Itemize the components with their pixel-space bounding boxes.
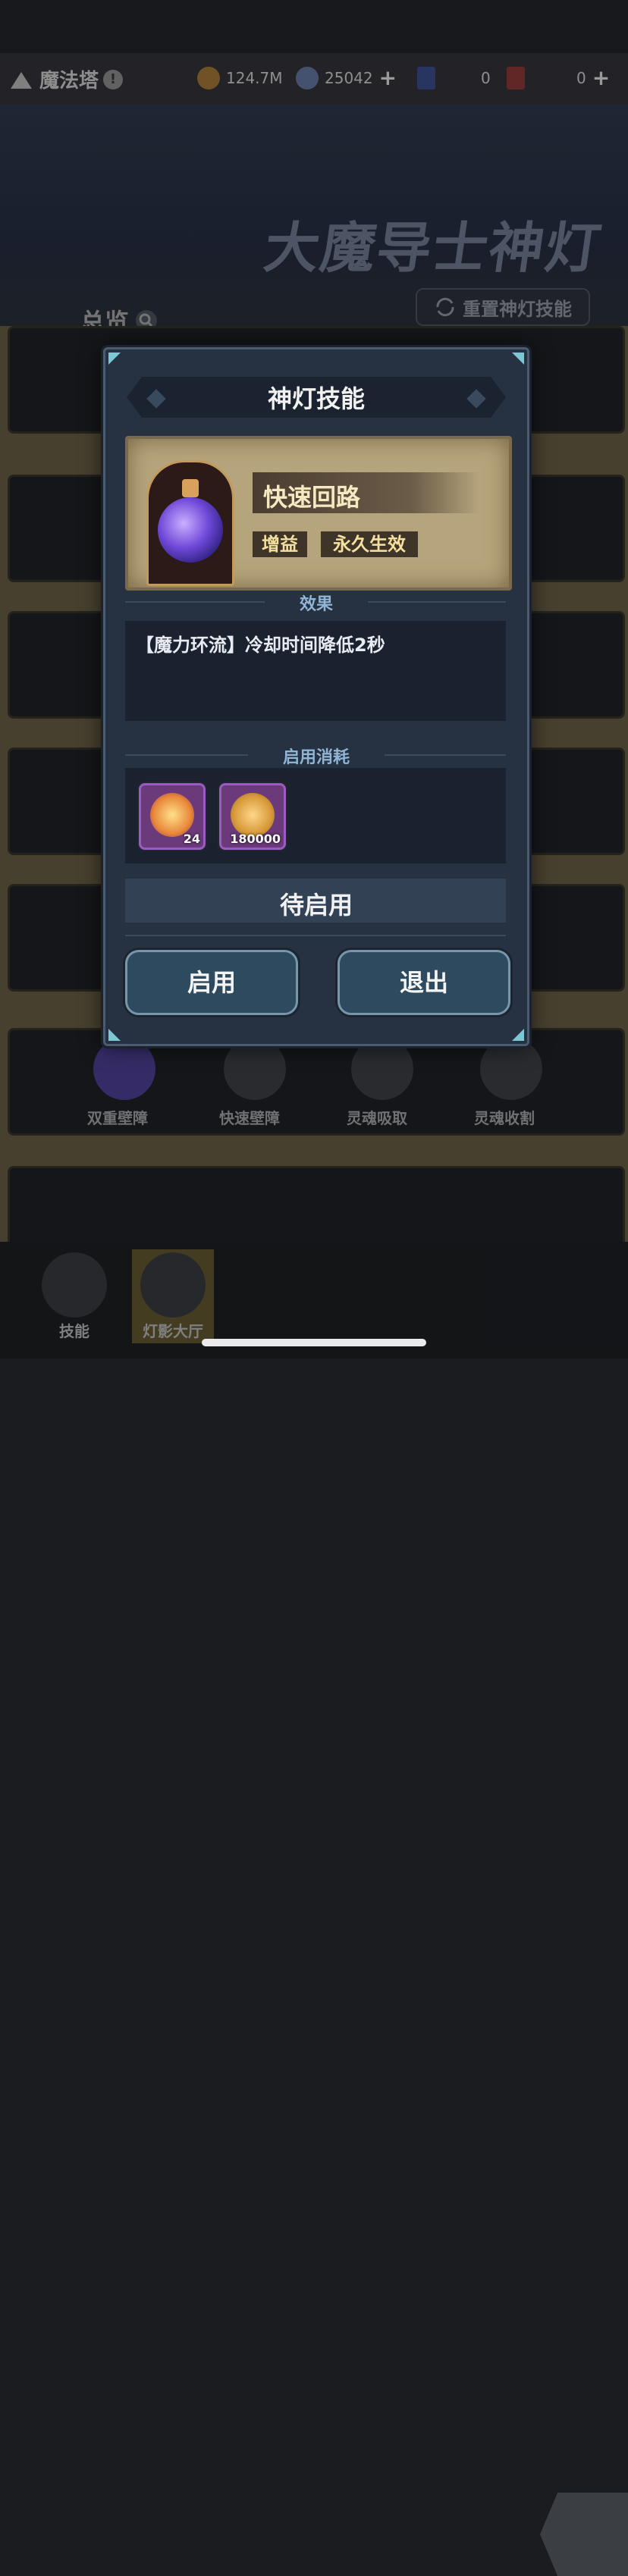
magic-orb-icon: [158, 497, 223, 563]
cost-label: 启用消耗: [282, 748, 350, 767]
gold-medal-icon: [231, 793, 275, 837]
skill-portrait: [146, 460, 234, 586]
dialog-corner: [108, 353, 121, 365]
dialog-corner: [512, 1029, 524, 1041]
tag-permanent: 永久生效: [321, 531, 418, 557]
cost-item[interactable]: 24: [139, 783, 206, 850]
tag-buff: 增益: [253, 531, 307, 557]
skill-name: 快速回路: [263, 483, 361, 512]
status-text: 待启用: [279, 891, 353, 920]
effect-label: 效果: [299, 595, 333, 614]
exit-button[interactable]: 退出: [338, 950, 510, 1015]
item-count: 24: [183, 832, 200, 846]
dialog-corner: [108, 1029, 121, 1041]
lamp-skill-dialog: 神灯技能 快速回路 增益 永久生效 效果 【魔力环流】冷却时间降低2秒 启用消耗…: [103, 347, 529, 1046]
skill-card: 快速回路 增益 永久生效: [125, 436, 512, 591]
flame-spirit-icon: [150, 793, 194, 837]
enable-button[interactable]: 启用: [125, 950, 298, 1015]
dialog-title: 神灯技能: [267, 384, 365, 413]
cost-item[interactable]: 180000: [219, 783, 286, 850]
dialog-corner: [512, 353, 524, 365]
next-arrow-button[interactable]: [540, 2493, 628, 2576]
effect-text: 【魔力环流】冷却时间降低2秒: [136, 635, 385, 656]
lamp-cap-icon: [182, 479, 199, 497]
divider: [125, 935, 506, 936]
item-count: 180000: [230, 832, 281, 846]
